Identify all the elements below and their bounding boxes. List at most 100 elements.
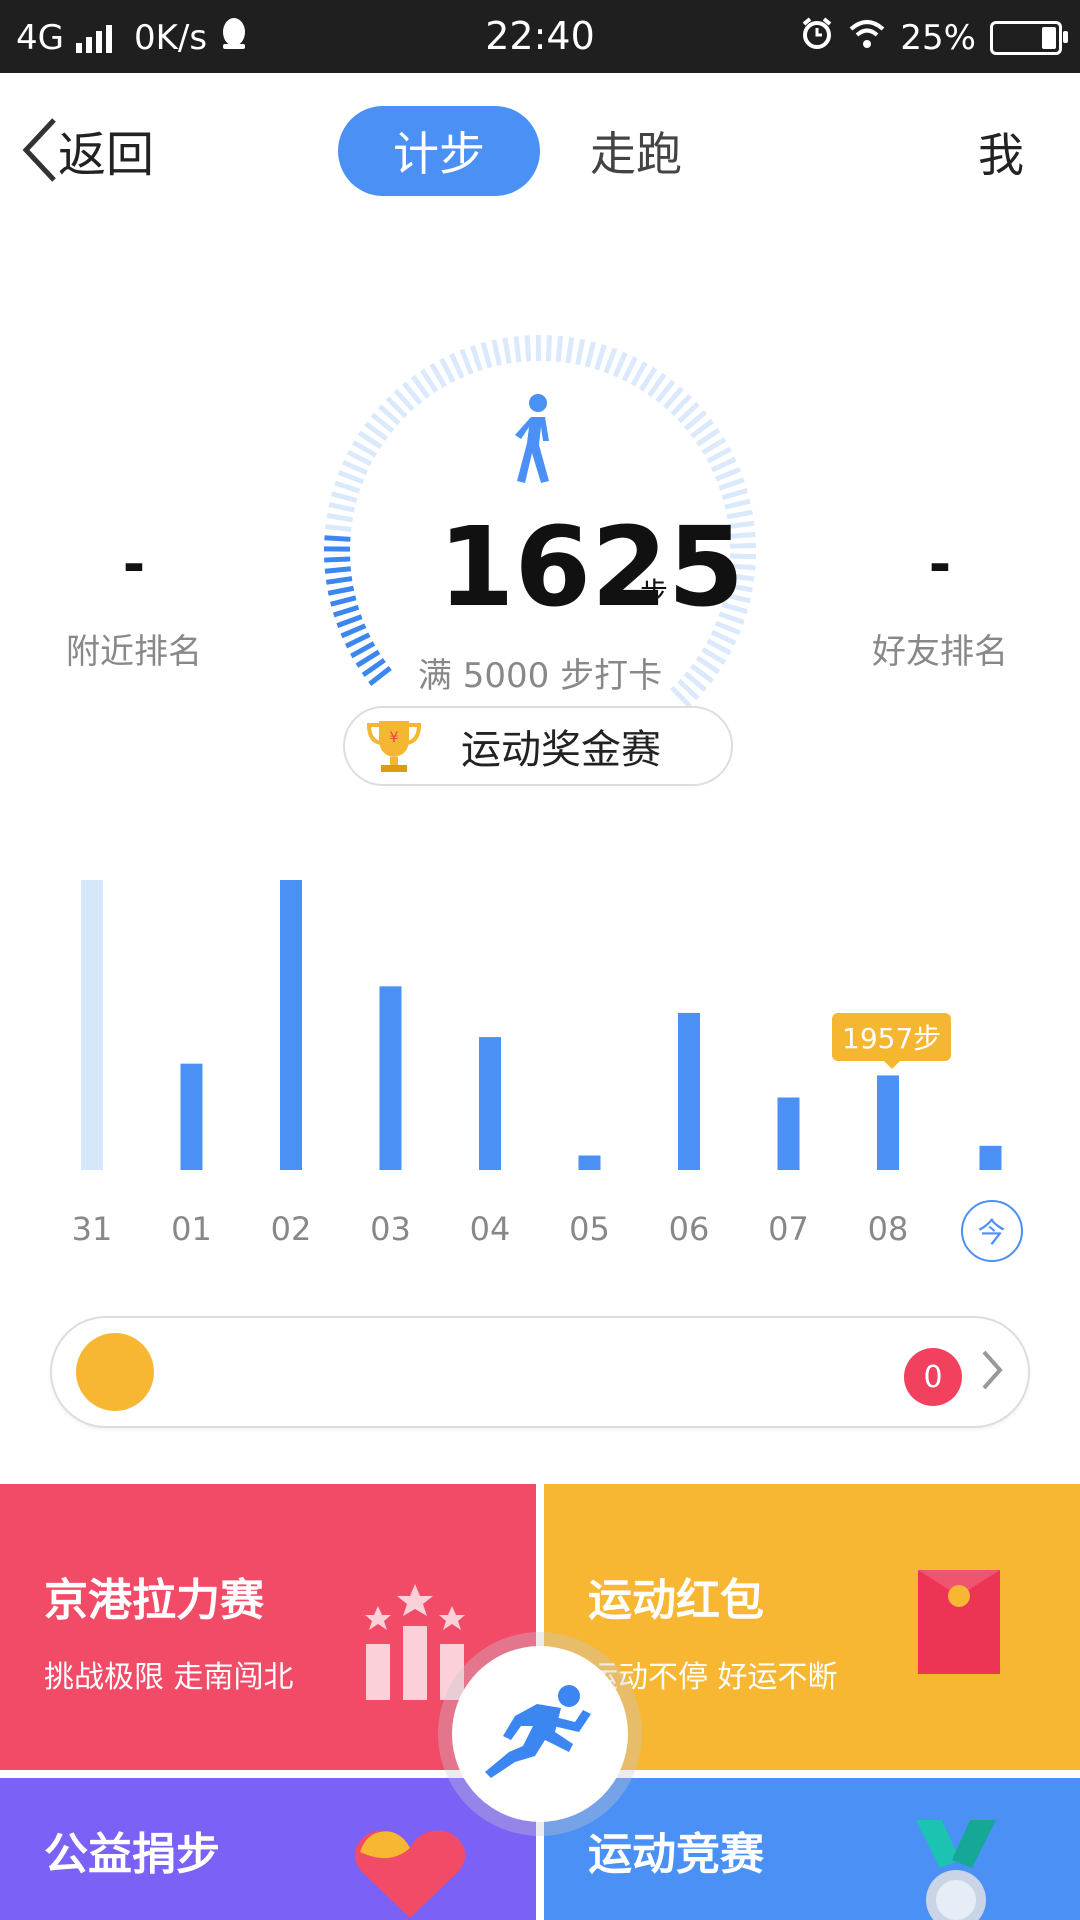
ring-tick [327,585,355,596]
friend-progress-bar[interactable]: 0 [50,1316,1030,1428]
heart-icon [354,1830,466,1918]
ring-tick [630,361,648,387]
ring-tick [710,629,737,646]
ring-tick [612,351,628,378]
ring-tick [328,502,355,513]
friend-rank[interactable]: - 好友排名 [840,533,1040,673]
today-button[interactable]: 今 [960,1200,1023,1262]
ring-tick [575,338,586,366]
x-tick-label: 01 [171,1210,212,1248]
ring-tick [491,339,502,366]
trophy-icon: ¥ [366,721,422,772]
ring-tick [565,336,575,364]
alarm-icon [800,16,834,59]
wifi-icon [848,18,886,58]
ring-tick [325,576,353,585]
start-run-button[interactable] [452,1646,628,1822]
ring-tick [710,456,737,473]
chart-bar[interactable] [479,1037,501,1170]
avatar[interactable] [76,1333,154,1411]
ring-tick [334,480,361,494]
ring-tick [324,535,351,542]
ring-tick [714,466,741,482]
x-tick-label: 31 [71,1210,113,1248]
running-person-icon [485,1685,591,1778]
ring-tick [337,470,364,485]
ring-tick [594,344,607,371]
tab-walk-run[interactable]: 走跑 [590,118,682,184]
top-nav: 返回 计步 走跑 我 [0,73,1080,223]
ring-tick [469,345,483,372]
ring-tick [325,524,352,532]
chart-bar[interactable] [877,1075,899,1170]
ring-tick [324,566,352,574]
chart-bar[interactable] [379,986,402,1170]
ring-tick [555,335,564,363]
ring-tick [502,337,512,364]
battery-percent: 25% [900,17,976,58]
chart-bar[interactable] [979,1145,1002,1170]
prize-race-button[interactable]: ¥ 运动奖金赛 [343,706,733,786]
ring-tick [336,614,363,628]
ring-tick [332,604,360,618]
svg-text:¥: ¥ [390,730,399,746]
chart-bar[interactable] [180,1063,203,1170]
tile-charity-steps[interactable]: 公益捐步 [0,1778,536,1920]
nearby-rank[interactable]: - 附近排名 [34,533,234,673]
ring-tick [603,347,618,374]
chart-bar[interactable] [578,1155,601,1171]
ring-tick [513,336,522,363]
status-bar: 4G 0K/s 22:40 25% [0,0,1080,73]
step-ring-section: 1625 步 满 5000 步打卡 - 附近排名 - 好友排名 ¥ 运动奖金赛 [0,223,1080,803]
ring-tick [449,352,465,379]
tab-pedometer[interactable]: 计步 [338,106,540,196]
x-tick-label: 03 [370,1210,411,1248]
tile-title: 运动红包 [588,1575,764,1626]
step-unit: 步 [640,576,669,609]
podium-stars-icon [365,1584,465,1700]
ring-tick [718,477,745,491]
friend-rank-label: 好友排名 [872,632,1008,672]
x-tick-label: 04 [469,1210,511,1248]
x-tick-label: 08 [867,1210,909,1248]
chart-bar[interactable] [678,1012,700,1170]
back-button[interactable]: 返回 [22,115,154,185]
x-tick-label: 05 [569,1210,610,1248]
walking-person-icon [505,393,567,489]
ring-tick [346,449,373,467]
me-button[interactable]: 我 [978,119,1024,185]
ring-tick [439,357,456,384]
ring-tick [344,632,371,649]
tile-title: 京港拉力赛 [44,1575,264,1626]
chevron-left-icon [22,118,56,182]
nearby-rank-label: 附近排名 [66,632,202,672]
ring-tick [326,513,353,523]
ring-tick [524,335,532,362]
ring-tick [584,341,597,368]
tile-title: 运动竞赛 [588,1829,764,1880]
tile-subtitle: 挑战极限 走南闯北 [44,1660,294,1695]
ring-tick [721,488,749,501]
tile-title: 公益捐步 [44,1829,220,1880]
red-envelope-icon [918,1570,1000,1674]
x-tick-label: 07 [768,1210,809,1248]
notification-badge: 0 [904,1348,962,1406]
ring-tick [706,446,732,464]
ring-tick [621,356,638,382]
ring-tick [331,491,358,503]
tile-subtitle: 运动不停 好运不断 [588,1660,838,1695]
battery-icon [990,20,1068,55]
chart-bar[interactable] [81,880,103,1170]
ring-tick [545,335,552,362]
daily-steps-chart: 31 01 02 03 04 05 06 07 08 1957步今 [0,860,1080,1280]
tile-sports-competition[interactable]: 运动竞赛 [544,1778,1080,1920]
x-tick-label: 06 [668,1210,710,1248]
prize-label: 运动奖金赛 [461,727,661,773]
chevron-right-icon[interactable] [980,1348,1004,1403]
ring-tick [340,623,367,639]
ring-tick [342,459,368,476]
chart-bar[interactable] [777,1097,800,1171]
step-count: 1625 [438,503,745,631]
chart-bar[interactable] [280,880,302,1170]
ring-tick [459,348,474,375]
